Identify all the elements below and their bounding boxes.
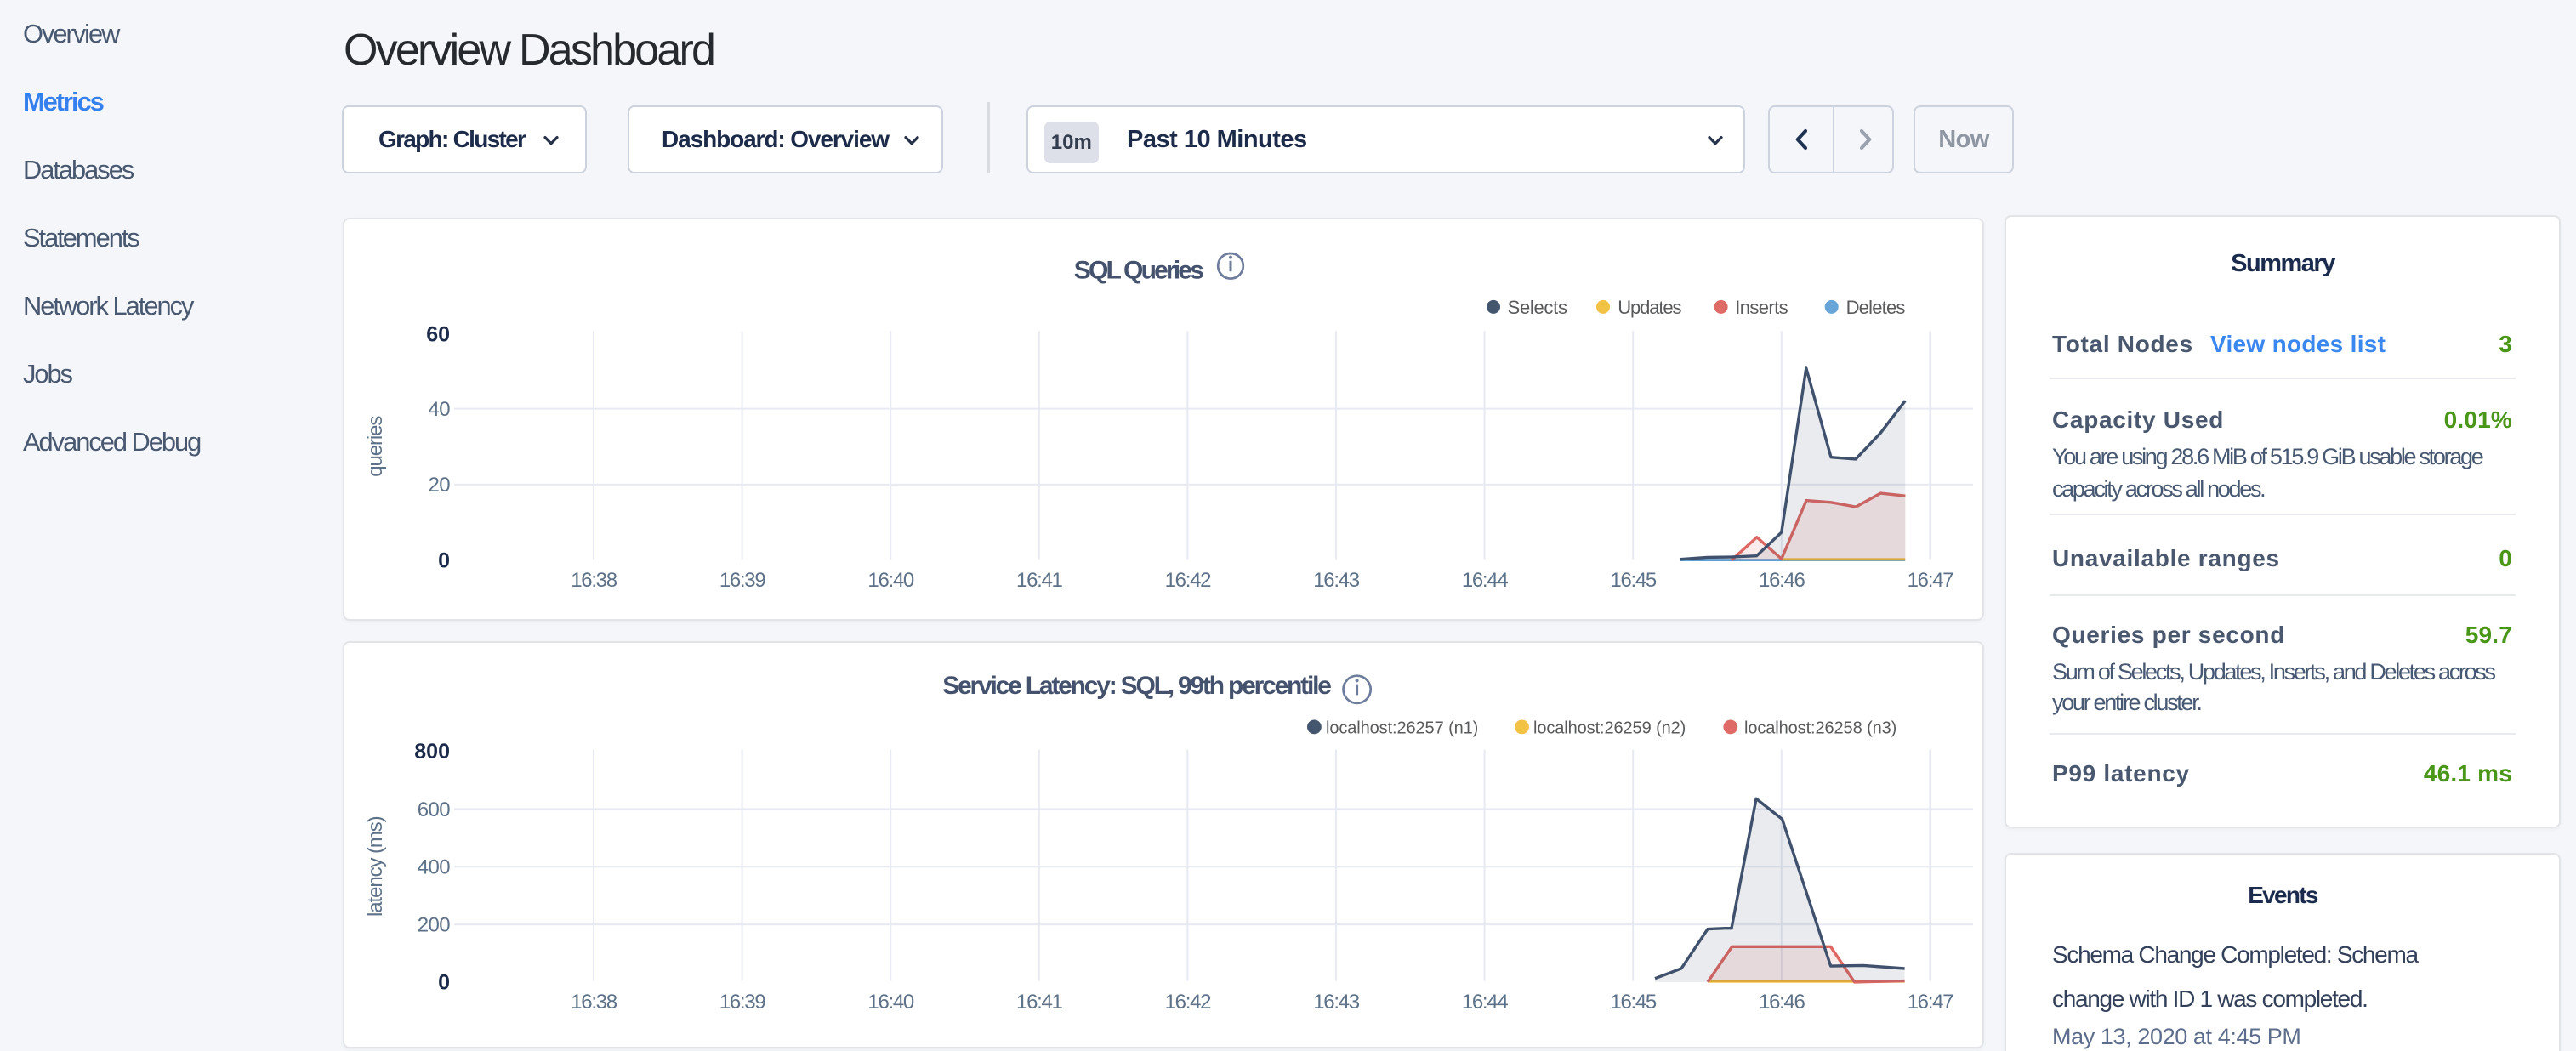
svg-text:16:38: 16:38 (571, 569, 617, 592)
svg-text:16:42: 16:42 (1165, 991, 1212, 1014)
svg-text:Service Latency: SQL, 99th per: Service Latency: SQL, 99th percentile (942, 672, 1331, 700)
svg-text:16:44: 16:44 (1462, 991, 1509, 1014)
svg-text:Updates: Updates (1618, 297, 1681, 318)
svg-text:localhost:26258 (n3): localhost:26258 (n3) (1744, 719, 1896, 737)
svg-text:localhost:26259 (n2): localhost:26259 (n2) (1533, 719, 1686, 737)
svg-text:16:46: 16:46 (1759, 569, 1805, 592)
svg-text:16:47: 16:47 (1908, 569, 1954, 592)
svg-text:16:40: 16:40 (867, 991, 914, 1014)
svg-text:400: 400 (418, 856, 450, 879)
svg-text:16:40: 16:40 (867, 569, 914, 592)
svg-text:16:45: 16:45 (1610, 569, 1657, 592)
svg-text:16:44: 16:44 (1462, 569, 1509, 592)
svg-text:16:45: 16:45 (1610, 991, 1657, 1014)
svg-text:16:39: 16:39 (719, 991, 766, 1014)
svg-text:200: 200 (418, 913, 450, 936)
svg-text:queries: queries (364, 416, 387, 477)
svg-text:600: 600 (418, 798, 450, 821)
svg-text:localhost:26257 (n1): localhost:26257 (n1) (1326, 719, 1478, 737)
svg-text:Selects: Selects (1508, 297, 1567, 318)
svg-text:60: 60 (426, 322, 450, 346)
svg-text:16:39: 16:39 (719, 569, 766, 592)
svg-text:16:41: 16:41 (1016, 991, 1063, 1014)
svg-text:16:42: 16:42 (1165, 569, 1212, 592)
svg-text:20: 20 (429, 474, 451, 497)
svg-text:latency (ms): latency (ms) (364, 816, 387, 917)
svg-text:800: 800 (414, 740, 450, 764)
svg-text:Deletes: Deletes (1846, 297, 1906, 318)
svg-text:16:41: 16:41 (1016, 569, 1063, 592)
svg-text:Inserts: Inserts (1735, 297, 1788, 318)
svg-text:40: 40 (429, 398, 451, 421)
svg-text:0: 0 (438, 970, 450, 994)
svg-text:16:38: 16:38 (571, 991, 617, 1014)
svg-text:16:46: 16:46 (1759, 991, 1805, 1014)
svg-text:16:47: 16:47 (1908, 991, 1954, 1014)
svg-text:0: 0 (438, 548, 450, 572)
svg-text:16:43: 16:43 (1313, 569, 1360, 592)
svg-text:SQL Queries: SQL Queries (1074, 257, 1204, 285)
svg-text:16:43: 16:43 (1313, 991, 1360, 1014)
